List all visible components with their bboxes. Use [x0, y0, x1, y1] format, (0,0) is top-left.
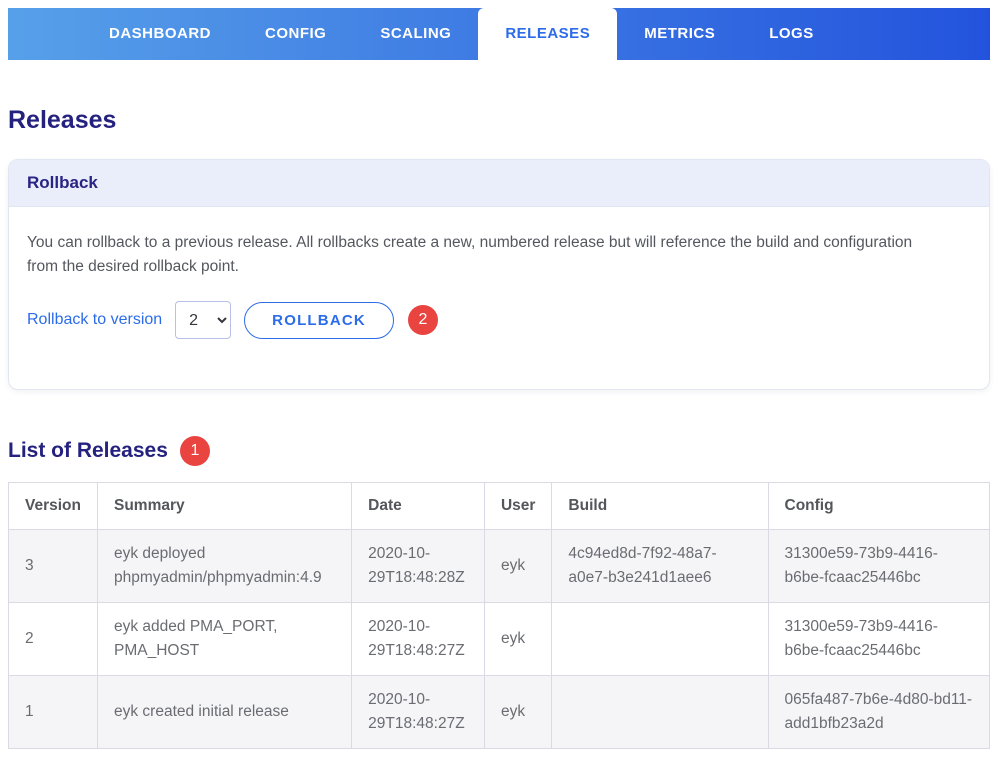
column-header-build: Build — [551, 482, 769, 530]
releases-table-header-row: Version Summary Date User Build Config — [8, 482, 990, 530]
table-row: 1 eyk created initial release 2020-10-29T1… — [8, 675, 990, 749]
column-header-date: Date — [351, 482, 485, 530]
cell-version: 1 — [8, 675, 98, 749]
cell-summary: eyk deployed phpmyadmin/phpmyadmin:4.9 — [96, 529, 353, 603]
releases-table: Version Summary Date User Build Config 3 eyk d… — [8, 482, 990, 749]
column-header-version: Version — [8, 482, 98, 530]
top-navigation: DASHBOARD CONFIG SCALING RELEASES METRICS LOG… — [8, 8, 990, 66]
annotation-badge-2: 2 — [407, 305, 438, 335]
cell-summary: eyk added PMA_PORT, PMA_HOST — [96, 602, 353, 676]
table-row: 2 eyk added PMA_PORT, PMA_HOST 2020-10-29T… — [8, 602, 990, 676]
cell-date: 2020-10-29T18:48:28Z — [351, 529, 485, 603]
rollback-panel-body: You can rollback to a previous release. … — [9, 207, 989, 389]
cell-date: 2020-10-29T18:48:27Z — [351, 675, 485, 749]
tab-scaling[interactable]: SCALING — [353, 8, 478, 60]
tab-dashboard[interactable]: DASHBOARD — [82, 8, 238, 60]
cell-summary: eyk created initial release — [96, 675, 353, 749]
cell-config: 31300e59-73b9-4416-b6be-fcaac25446bc — [767, 602, 990, 676]
rollback-panel-header: Rollback — [9, 160, 989, 207]
annotation-badge-1: 1 — [179, 436, 210, 466]
releases-list-title: List of Releases — [8, 439, 168, 462]
main-content: Releases Rollback You can rollback to a … — [8, 66, 990, 749]
cell-user: eyk — [483, 529, 553, 603]
cell-build — [551, 675, 769, 749]
rollback-button[interactable]: ROLLBACK — [244, 301, 394, 339]
tab-metrics[interactable]: METRICS — [617, 8, 742, 60]
rollback-controls: Rollback to version 2 ROLLBACK 2 — [27, 301, 971, 339]
rollback-description: You can rollback to a previous release. … — [27, 234, 913, 275]
column-header-summary: Summary — [96, 482, 353, 530]
tab-config[interactable]: CONFIG — [238, 8, 353, 60]
cell-version: 2 — [8, 602, 98, 676]
cell-build: 4c94ed8d-7f92-48a7-a0e7-b3e241d1aee6 — [551, 529, 769, 603]
cell-user: eyk — [483, 602, 553, 676]
cell-user: eyk — [483, 675, 553, 749]
cell-config: 065fa487-7b6e-4d80-bd11-add1bfb23a2d — [767, 675, 990, 749]
rollback-version-select[interactable]: 2 — [175, 301, 232, 339]
releases-section-head: List of Releases 1 — [8, 436, 990, 466]
column-header-config: Config — [767, 482, 990, 530]
cell-date: 2020-10-29T18:48:27Z — [351, 602, 485, 676]
tab-releases[interactable]: RELEASES — [478, 8, 618, 66]
tab-logs[interactable]: LOGS — [742, 8, 841, 60]
cell-build — [551, 602, 769, 676]
releases-table-body: 3 eyk deployed phpmyadmin/phpmyadmin:4.9 2… — [8, 529, 990, 749]
cell-config: 31300e59-73b9-4416-b6be-fcaac25446bc — [767, 529, 990, 603]
column-header-user: User — [483, 482, 553, 530]
page-title: Releases — [8, 106, 117, 134]
rollback-panel: Rollback You can rollback to a previous … — [8, 159, 990, 390]
table-row: 3 eyk deployed phpmyadmin/phpmyadmin:4.9 2… — [8, 529, 990, 603]
cell-version: 3 — [8, 529, 98, 603]
rollback-version-label: Rollback to version — [27, 311, 163, 328]
